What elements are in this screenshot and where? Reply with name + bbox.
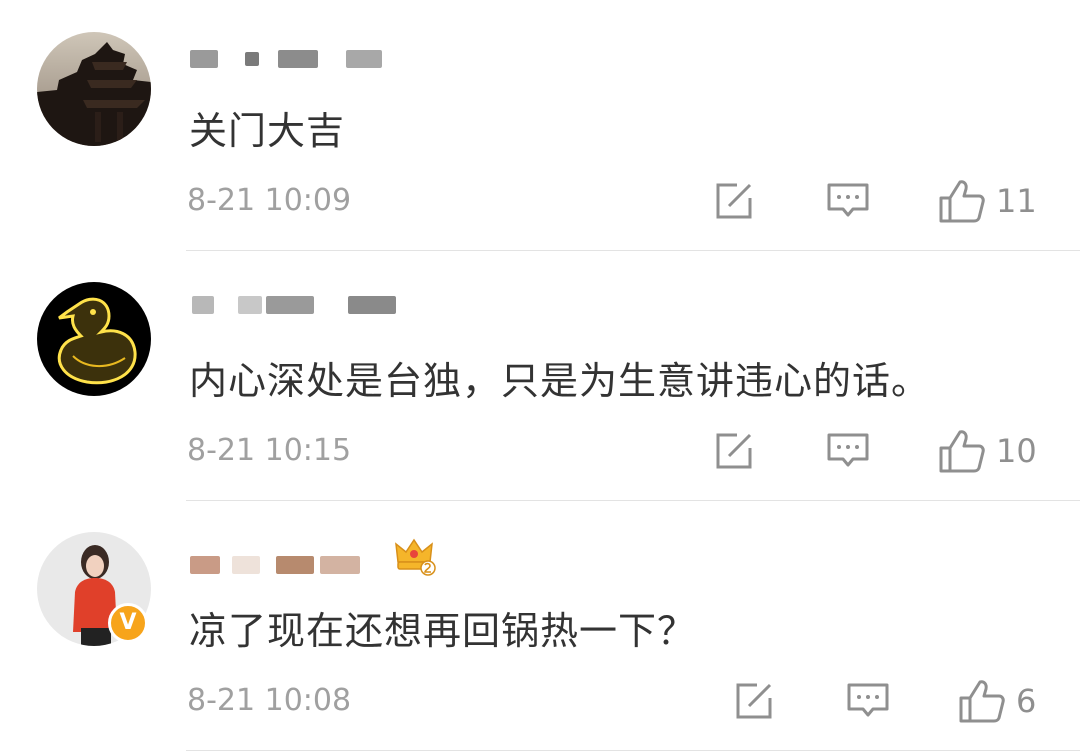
divider: [186, 750, 1080, 751]
repost-button[interactable]: [713, 428, 755, 474]
comment-text: 内心深处是台独，只是为生意讲违心的话。: [189, 359, 931, 403]
thumbs-up-icon: [939, 180, 985, 223]
verified-v-icon: V: [108, 603, 148, 643]
crown-level-icon: [395, 538, 436, 576]
like-button[interactable]: 11: [938, 178, 1037, 224]
like-count: 11: [996, 182, 1037, 220]
comment-icon: [847, 683, 889, 717]
username-blurred[interactable]: [190, 50, 410, 74]
avatar[interactable]: [37, 32, 151, 146]
repost-icon: [716, 433, 752, 469]
comment-time: 8-21 10:08: [187, 683, 352, 718]
comment-text: 关门大吉: [189, 109, 346, 153]
repost-button[interactable]: [713, 178, 755, 224]
comment-button[interactable]: [826, 178, 870, 224]
comment-item: V 凉了现在还想再回锅热一下？ 8-21 10:08 6: [0, 500, 1080, 751]
like-count: 10: [996, 432, 1037, 470]
like-count: 6: [1016, 682, 1037, 720]
comment-button[interactable]: [826, 428, 870, 474]
comment-time: 8-21 10:15: [187, 433, 352, 468]
repost-icon: [716, 183, 752, 219]
thumbs-up-icon: [939, 430, 985, 473]
pagoda-night-avatar-icon: [37, 32, 151, 146]
comment-button[interactable]: [846, 678, 890, 724]
comment-icon: [827, 433, 869, 467]
username-blurred[interactable]: [190, 296, 410, 320]
comment-icon: [827, 183, 869, 217]
repost-button[interactable]: [733, 678, 775, 724]
avatar[interactable]: [37, 282, 151, 396]
username-blurred[interactable]: [190, 556, 410, 580]
comment-item: 内心深处是台独，只是为生意讲违心的话。 8-21 10:15 10: [0, 250, 1080, 501]
comment-time: 8-21 10:09: [187, 183, 352, 218]
comment-item: 关门大吉 8-21 10:09 11: [0, 0, 1080, 251]
like-button[interactable]: 6: [958, 678, 1036, 724]
glowing-duck-avatar-icon: [37, 282, 151, 396]
repost-icon: [736, 683, 772, 719]
like-button[interactable]: 10: [938, 428, 1037, 474]
thumbs-up-icon: [959, 680, 1005, 723]
comment-text: 凉了现在还想再回锅热一下？: [189, 609, 697, 653]
